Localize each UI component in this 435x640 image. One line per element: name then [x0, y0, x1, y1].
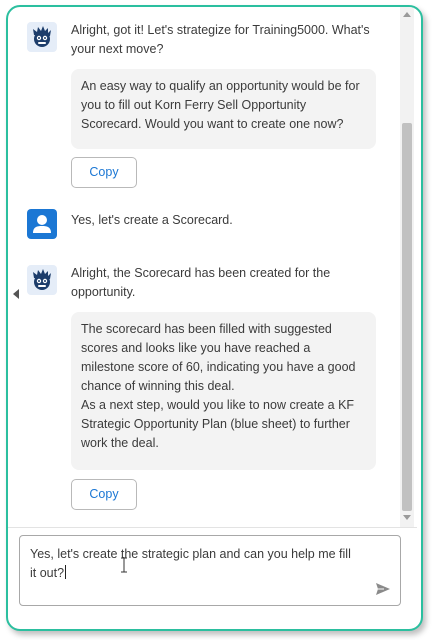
bubble-paragraph: The scorecard has been filled with sugge… [81, 322, 356, 393]
message-input-text[interactable]: Yes, let's create the strategic plan and… [30, 545, 360, 583]
bot-mascot-icon [33, 269, 51, 290]
bot-mascot-icon [33, 26, 51, 47]
chat-window: Alright, got it! Let's strategize for Tr… [6, 5, 423, 631]
bubble-paragraph: As a next step, would you like to now cr… [81, 398, 355, 450]
bot-avatar [27, 265, 57, 295]
scroll-thumb[interactable] [402, 123, 412, 511]
chat-history: Alright, got it! Let's strategize for Tr… [8, 7, 400, 527]
copy-button[interactable]: Copy [71, 157, 137, 188]
user-icon [33, 215, 51, 233]
scroll-up-icon[interactable] [403, 12, 411, 17]
copy-button[interactable]: Copy [71, 479, 137, 510]
text-caret [65, 565, 67, 579]
bot-message-text: Alright, got it! Let's strategize for Tr… [71, 23, 370, 56]
scroll-down-icon[interactable] [403, 515, 411, 520]
bot-result-bubble: The scorecard has been filled with sugge… [71, 312, 376, 470]
bot-suggestion-bubble: An easy way to qualify an opportunity wo… [71, 69, 376, 149]
chat-scrollbar[interactable] [400, 7, 414, 527]
text-cursor-icon [121, 557, 127, 573]
divider [8, 527, 417, 528]
message-input[interactable]: Yes, let's create the strategic plan and… [19, 535, 401, 606]
send-icon[interactable] [374, 580, 392, 598]
bot-message-text: Alright, the Scorecard has been created … [71, 266, 331, 299]
collapse-arrow-icon[interactable] [13, 289, 19, 299]
user-avatar [27, 209, 57, 239]
message-input-value: Yes, let's create the strategic plan and… [30, 547, 351, 580]
user-message-text: Yes, let's create a Scorecard. [71, 213, 233, 227]
bot-avatar [27, 22, 57, 52]
